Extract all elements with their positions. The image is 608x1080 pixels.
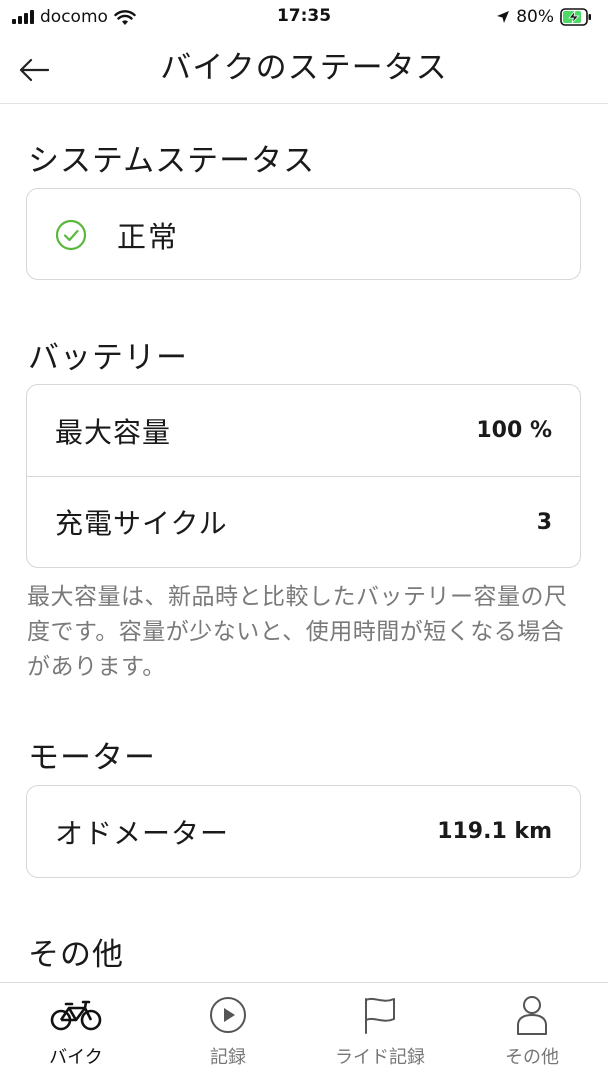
tab-records[interactable]: 記録: [152, 983, 304, 1080]
charge-cycles-row: 充電サイクル 3: [27, 476, 580, 567]
battery-card: 最大容量 100 % 充電サイクル 3: [26, 384, 581, 568]
tab-bike-label: バイク: [49, 1047, 103, 1068]
tab-other-label: その他: [505, 1047, 559, 1068]
tab-other[interactable]: その他: [456, 983, 608, 1080]
motor-card: オドメーター 119.1 km: [26, 785, 581, 878]
system-status-card: 正常: [26, 188, 581, 280]
check-circle-icon: [55, 219, 87, 250]
location-arrow-icon: [497, 11, 510, 23]
tab-ride-log-label: ライド記録: [335, 1047, 425, 1068]
max-capacity-label: 最大容量: [55, 415, 172, 449]
battery-heading: バッテリー: [28, 340, 188, 376]
battery-capacity-note: 最大容量は、新品時と比較したバッテリー容量の尺度です。容量が少ないと、使用時間が…: [27, 584, 568, 680]
bike-icon: [48, 995, 104, 1035]
max-capacity-value: 100 %: [476, 418, 552, 443]
person-icon: [504, 995, 560, 1035]
arrow-left-icon: [19, 58, 49, 82]
charge-cycles-label: 充電サイクル: [55, 507, 228, 540]
tab-ride-log[interactable]: ライド記録: [304, 983, 456, 1080]
status-bar-right: 80%: [496, 6, 592, 28]
charge-cycles-value: 3: [536, 509, 552, 535]
status-bar: docomo 17:35 80%: [0, 0, 608, 36]
system-status-row: 正常: [27, 189, 580, 280]
battery-charging-icon: [560, 8, 591, 26]
system-status-heading: システムステータス: [28, 143, 316, 179]
battery-percent: 80%: [516, 7, 554, 27]
motor-heading: モーター: [28, 740, 156, 776]
play-circle-icon: [200, 995, 256, 1035]
other-heading: その他: [28, 937, 124, 973]
odometer-label: オドメーター: [55, 816, 230, 850]
tab-bike[interactable]: バイク: [0, 983, 152, 1080]
tab-bar: バイク 記録 ライド記録 その他: [0, 982, 608, 1080]
back-button[interactable]: [14, 50, 54, 90]
tab-records-label: 記録: [210, 1047, 246, 1068]
max-capacity-row: 最大容量 100 %: [27, 385, 580, 476]
odometer-row: オドメーター 119.1 km: [27, 786, 580, 877]
navigation-bar: バイクのステータス: [0, 36, 608, 104]
page-title: バイクのステータス: [160, 50, 448, 86]
flag-icon: [352, 995, 408, 1035]
system-status-value: 正常: [117, 219, 180, 254]
odometer-value: 119.1 km: [437, 819, 552, 844]
